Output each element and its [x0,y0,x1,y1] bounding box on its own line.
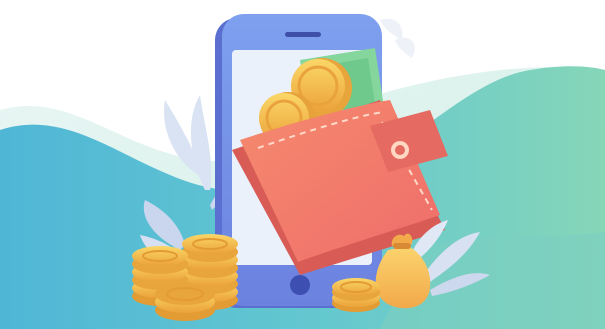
mobile-wallet-illustration [0,0,605,329]
coin-stack-right [332,278,380,312]
home-button-icon [290,275,310,295]
speaker-slot [285,32,321,37]
leaves-right-top [380,18,415,58]
coin-stack-left-front [155,283,215,321]
illustration-canvas [0,14,605,329]
